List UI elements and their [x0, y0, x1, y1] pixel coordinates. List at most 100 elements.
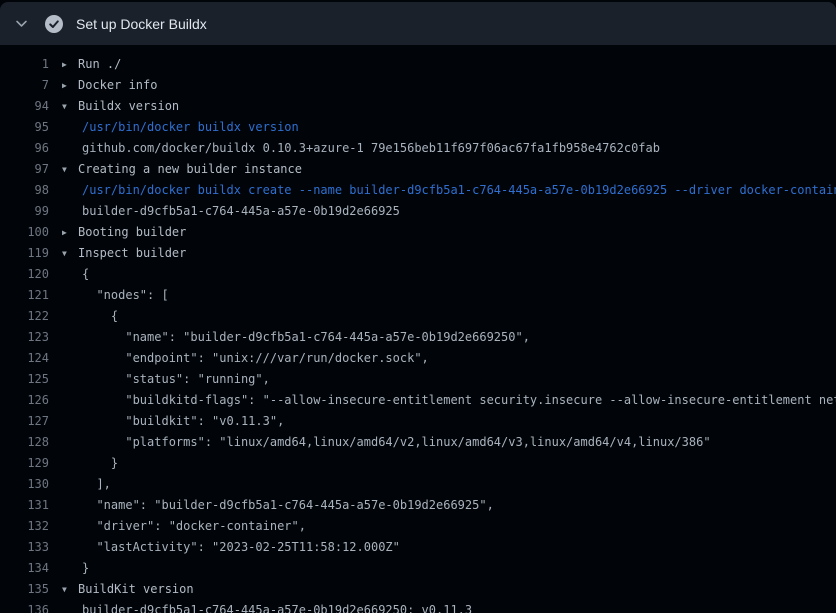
log-line: 126 "buildkitd-flags": "--allow-insecure…	[0, 390, 836, 411]
line-number[interactable]: 94	[0, 96, 49, 117]
output-text: }	[82, 456, 118, 470]
output-text: {	[82, 309, 118, 323]
line-number[interactable]: 128	[0, 432, 49, 453]
line-number[interactable]: 95	[0, 117, 49, 138]
output-text: "endpoint": "unix:///var/run/docker.sock…	[82, 351, 429, 365]
line-number[interactable]: 136	[0, 600, 49, 613]
log-group-header[interactable]: 119 ▼Inspect builder	[0, 243, 836, 264]
log-line: 136 builder-d9cfb5a1-c764-445a-a57e-0b19…	[0, 600, 836, 613]
log-line: 122 {	[0, 306, 836, 327]
log-line-text: ▶Docker info	[49, 75, 157, 96]
line-number[interactable]: 131	[0, 495, 49, 516]
triangle-right-icon[interactable]: ▶	[62, 54, 78, 75]
log-line-text: {	[49, 264, 89, 285]
group-title: Buildx version	[78, 99, 179, 113]
log-line-text: "nodes": [	[49, 285, 169, 306]
line-number[interactable]: 123	[0, 327, 49, 348]
log-line: 132 "driver": "docker-container",	[0, 516, 836, 537]
output-text: "status": "running",	[82, 372, 270, 386]
triangle-down-icon[interactable]: ▼	[62, 159, 78, 180]
output-text: "name": "builder-d9cfb5a1-c764-445a-a57e…	[82, 330, 530, 344]
line-number[interactable]: 135	[0, 579, 49, 600]
line-number[interactable]: 130	[0, 474, 49, 495]
line-number[interactable]: 133	[0, 537, 49, 558]
log-line: 128 "platforms": "linux/amd64,linux/amd6…	[0, 432, 836, 453]
log-line-text: ],	[49, 474, 111, 495]
line-number[interactable]: 7	[0, 75, 49, 96]
log-line: 99 builder-d9cfb5a1-c764-445a-a57e-0b19d…	[0, 201, 836, 222]
output-text: {	[82, 267, 89, 281]
line-number[interactable]: 125	[0, 369, 49, 390]
log-group-header[interactable]: 100 ▶Booting builder	[0, 222, 836, 243]
group-title: BuildKit version	[78, 582, 194, 596]
line-number[interactable]: 120	[0, 264, 49, 285]
check-circle-icon	[45, 15, 63, 33]
output-text: "lastActivity": "2023-02-25T11:58:12.000…	[82, 540, 400, 554]
log-line-text: "buildkit": "v0.11.3",	[49, 411, 284, 432]
line-number[interactable]: 129	[0, 453, 49, 474]
triangle-down-icon[interactable]: ▼	[62, 96, 78, 117]
line-number[interactable]: 124	[0, 348, 49, 369]
log-line-text: "driver": "docker-container",	[49, 516, 306, 537]
output-text: builder-d9cfb5a1-c764-445a-a57e-0b19d2e6…	[82, 603, 472, 613]
log-line-text: "endpoint": "unix:///var/run/docker.sock…	[49, 348, 429, 369]
line-number[interactable]: 1	[0, 54, 49, 75]
log-group-header[interactable]: 94 ▼Buildx version	[0, 96, 836, 117]
log-line-text: "name": "builder-d9cfb5a1-c764-445a-a57e…	[49, 495, 494, 516]
group-title: Booting builder	[78, 225, 186, 239]
output-text: github.com/docker/buildx 0.10.3+azure-1 …	[82, 141, 660, 155]
line-number[interactable]: 100	[0, 222, 49, 243]
line-number[interactable]: 122	[0, 306, 49, 327]
log-line-text: "name": "builder-d9cfb5a1-c764-445a-a57e…	[49, 327, 530, 348]
output-text: "driver": "docker-container",	[82, 519, 306, 533]
log-group-header[interactable]: 7 ▶Docker info	[0, 75, 836, 96]
log-line-text: /usr/bin/docker buildx version	[49, 117, 299, 138]
step-header[interactable]: Set up Docker Buildx	[0, 2, 836, 45]
log-line-text: github.com/docker/buildx 0.10.3+azure-1 …	[49, 138, 660, 159]
line-number[interactable]: 99	[0, 201, 49, 222]
line-number[interactable]: 97	[0, 159, 49, 180]
log-line-text: {	[49, 306, 118, 327]
line-number[interactable]: 132	[0, 516, 49, 537]
log-line: 125 "status": "running",	[0, 369, 836, 390]
log-line-text: ▼Buildx version	[49, 96, 179, 117]
group-title: Docker info	[78, 78, 157, 92]
log-group-header[interactable]: 1 ▶Run ./	[0, 54, 836, 75]
triangle-down-icon[interactable]: ▼	[62, 579, 78, 600]
triangle-right-icon[interactable]: ▶	[62, 222, 78, 243]
log-line: 130 ],	[0, 474, 836, 495]
log-line-text: "lastActivity": "2023-02-25T11:58:12.000…	[49, 537, 400, 558]
group-title: Run ./	[78, 57, 121, 71]
log-line-text: ▶Booting builder	[49, 222, 186, 243]
line-number[interactable]: 119	[0, 243, 49, 264]
line-number[interactable]: 126	[0, 390, 49, 411]
log-line: 121 "nodes": [	[0, 285, 836, 306]
line-number[interactable]: 96	[0, 138, 49, 159]
line-number[interactable]: 121	[0, 285, 49, 306]
log-line: 134 }	[0, 558, 836, 579]
log-line: 123 "name": "builder-d9cfb5a1-c764-445a-…	[0, 327, 836, 348]
log-line-text: "platforms": "linux/amd64,linux/amd64/v2…	[49, 432, 711, 453]
log-line-text: "status": "running",	[49, 369, 270, 390]
triangle-right-icon[interactable]: ▶	[62, 75, 78, 96]
log-line-text: "buildkitd-flags": "--allow-insecure-ent…	[49, 390, 836, 411]
output-text: "nodes": [	[82, 288, 169, 302]
log-line-text: /usr/bin/docker buildx create --name bui…	[49, 180, 836, 201]
log-line: 133 "lastActivity": "2023-02-25T11:58:12…	[0, 537, 836, 558]
log-line-text: ▼BuildKit version	[49, 579, 194, 600]
log-group-header[interactable]: 97 ▼Creating a new builder instance	[0, 159, 836, 180]
chevron-down-icon[interactable]	[14, 17, 28, 31]
line-number[interactable]: 134	[0, 558, 49, 579]
output-text: "platforms": "linux/amd64,linux/amd64/v2…	[82, 435, 711, 449]
line-number[interactable]: 98	[0, 180, 49, 201]
log-group-header[interactable]: 135 ▼BuildKit version	[0, 579, 836, 600]
log-line: 95 /usr/bin/docker buildx version	[0, 117, 836, 138]
line-number[interactable]: 127	[0, 411, 49, 432]
output-text: ],	[82, 477, 111, 491]
log-line-text: builder-d9cfb5a1-c764-445a-a57e-0b19d2e6…	[49, 600, 472, 613]
triangle-down-icon[interactable]: ▼	[62, 243, 78, 264]
log-line: 98 /usr/bin/docker buildx create --name …	[0, 180, 836, 201]
command-text: /usr/bin/docker buildx create --name bui…	[82, 183, 836, 197]
log-line-text: ▶Run ./	[49, 54, 121, 75]
output-text: "buildkitd-flags": "--allow-insecure-ent…	[82, 393, 836, 407]
